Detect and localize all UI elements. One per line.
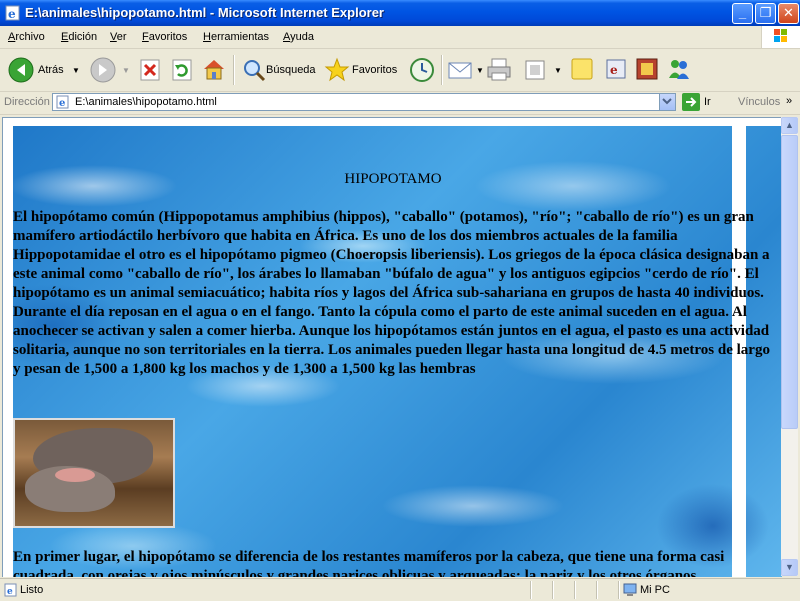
- scroll-down-button[interactable]: ▼: [781, 559, 798, 576]
- status-text: Listo: [20, 584, 44, 596]
- stop-icon[interactable]: [139, 59, 161, 81]
- vertical-scrollbar[interactable]: ▲ ▼: [781, 117, 798, 576]
- links-button[interactable]: Vínculos: [738, 96, 780, 108]
- star-icon: [324, 57, 350, 82]
- close-button[interactable]: ✕: [778, 3, 799, 24]
- msn-messenger-icon[interactable]: [666, 56, 692, 82]
- browser-frame: HIPOPOTAMO El hipopótamo común (Hippopot…: [0, 115, 800, 578]
- page-viewport: HIPOPOTAMO El hipopótamo común (Hippopot…: [2, 117, 782, 577]
- windows-logo-icon: [761, 26, 800, 48]
- minimize-button[interactable]: _: [732, 3, 753, 24]
- address-input[interactable]: e E:\animales\hipopotamo.html: [52, 93, 676, 111]
- maximize-button[interactable]: ❐: [755, 3, 776, 24]
- search-icon: [244, 60, 266, 82]
- standard-toolbar: Atrás ▼ ▼ Búsqueda Favoritos ▼ ▼ e: [0, 49, 800, 92]
- menu-edicion[interactable]: Edición: [61, 31, 97, 43]
- scroll-up-button[interactable]: ▲: [781, 117, 798, 134]
- print-icon[interactable]: [486, 58, 512, 82]
- back-arrow-icon: [8, 57, 34, 83]
- my-computer-icon: [623, 583, 637, 596]
- forward-arrow-icon[interactable]: [90, 57, 116, 83]
- second-paragraph: En primer lugar, el hipopótamo se difere…: [13, 549, 725, 577]
- discuss-icon[interactable]: [570, 57, 594, 81]
- toolbar-separator: [233, 55, 235, 85]
- menu-favoritos[interactable]: Favoritos: [142, 31, 187, 43]
- svg-text:e: e: [59, 98, 65, 109]
- edit-dropdown-icon[interactable]: ▼: [554, 66, 562, 75]
- page-icon: e: [56, 95, 69, 109]
- home-icon[interactable]: [202, 57, 226, 81]
- menu-herramientas[interactable]: Herramientas: [203, 31, 269, 43]
- edit-icon[interactable]: [524, 59, 546, 81]
- menu-ayuda[interactable]: Ayuda: [283, 31, 314, 43]
- back-dropdown-icon[interactable]: ▼: [72, 66, 80, 75]
- address-label: Dirección: [4, 96, 50, 108]
- toolbar-separator: [441, 55, 443, 85]
- forward-dropdown-icon[interactable]: ▼: [122, 66, 130, 75]
- status-bar: e Listo Mi PC: [0, 578, 800, 601]
- svg-text:e: e: [610, 63, 618, 77]
- scroll-thumb[interactable]: [781, 135, 798, 429]
- chevron-down-icon: [662, 98, 672, 105]
- go-button[interactable]: Ir: [704, 96, 711, 108]
- hippo-photo: [13, 418, 175, 528]
- mail-icon[interactable]: [448, 59, 474, 81]
- intro-paragraph: El hipopótamo común (Hippopotamus amphib…: [13, 209, 770, 377]
- back-button[interactable]: Atrás: [6, 54, 68, 86]
- messenger-tool-icon[interactable]: [634, 56, 660, 82]
- title-bar[interactable]: e E:\animales\hipopotamo.html - Microsof…: [0, 0, 800, 26]
- security-zone: Mi PC: [640, 584, 670, 596]
- mail-dropdown-icon[interactable]: ▼: [476, 66, 484, 75]
- refresh-icon[interactable]: [171, 59, 193, 81]
- search-button[interactable]: Búsqueda: [240, 54, 318, 86]
- internet-explorer-icon: e: [5, 5, 20, 21]
- page-heading: HIPOPOTAMO: [344, 171, 442, 187]
- history-icon[interactable]: [409, 57, 435, 83]
- address-bar: Dirección e E:\animales\hipopotamo.html …: [0, 92, 800, 115]
- address-value: E:\animales\hipopotamo.html: [75, 96, 217, 108]
- window-title: E:\animales\hipopotamo.html - Microsoft …: [25, 5, 384, 20]
- go-arrow-icon[interactable]: [682, 93, 700, 111]
- page-status-icon: e: [4, 583, 17, 597]
- research-icon[interactable]: e: [604, 56, 630, 82]
- menu-ver[interactable]: Ver: [110, 31, 127, 43]
- svg-text:e: e: [7, 587, 13, 597]
- favorites-button[interactable]: Favoritos: [322, 54, 402, 86]
- menu-archivo[interactable]: Archivo: [8, 31, 45, 43]
- svg-text:e: e: [8, 7, 16, 21]
- menu-bar: Archivo Edición Ver Favoritos Herramient…: [0, 26, 800, 49]
- address-dropdown-button[interactable]: [659, 94, 675, 110]
- links-chevron-icon[interactable]: »: [786, 95, 792, 107]
